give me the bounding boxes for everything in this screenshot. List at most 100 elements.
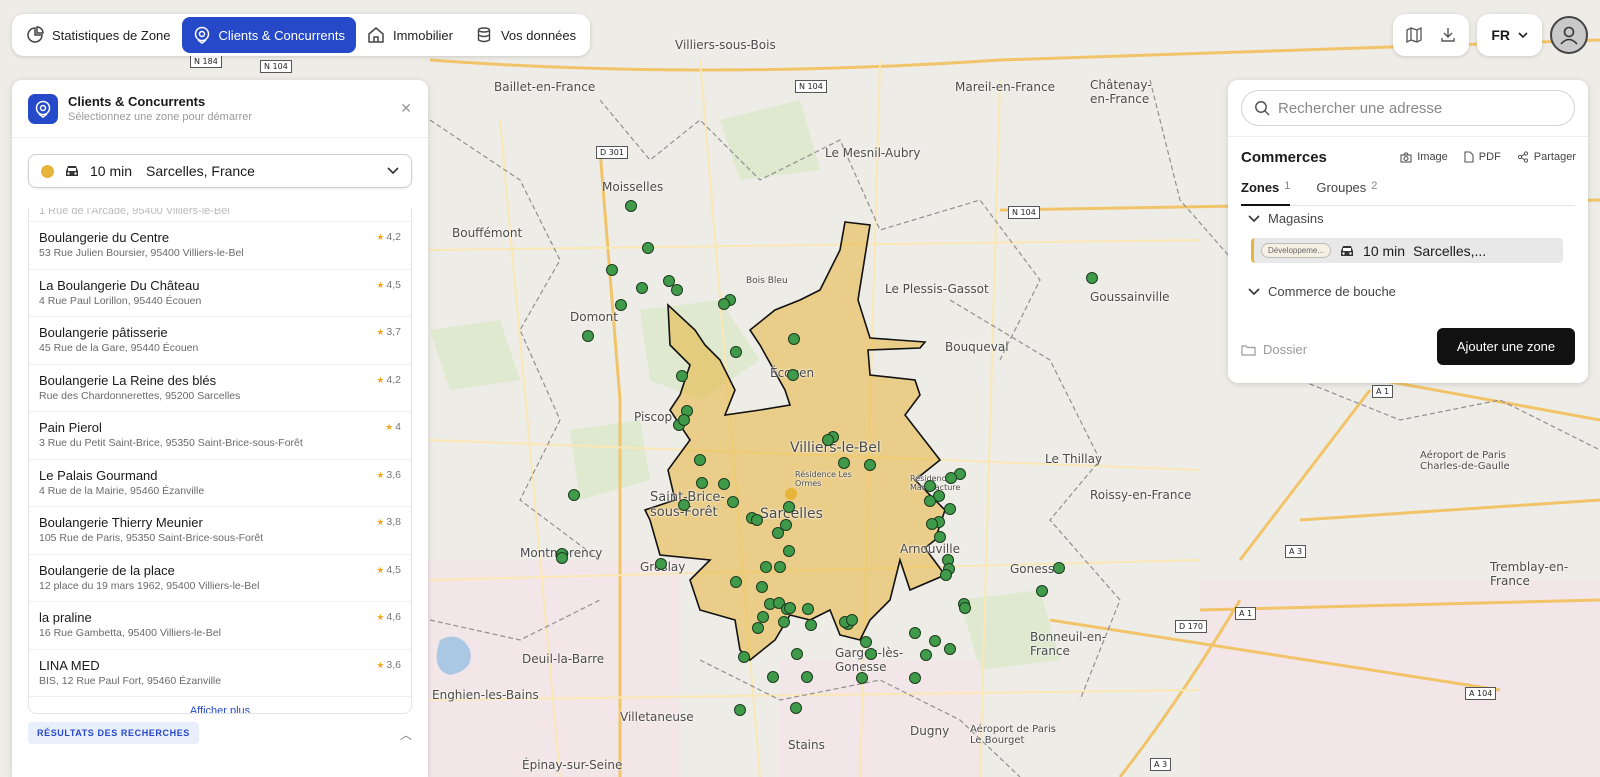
map-label: Montmorency bbox=[520, 546, 603, 560]
panel-header: Clients & Concurrents Sélectionnez une z… bbox=[12, 80, 428, 138]
pdf-label: PDF bbox=[1478, 151, 1501, 163]
list-item-clipped: 1 Rue de l'Arcade, 95400 Villiers-le-Bel bbox=[29, 208, 411, 222]
tab-zones[interactable]: Zones 1 bbox=[1241, 180, 1291, 206]
business-address: Rue des Chardonnerettes, 95200 Sarcelles bbox=[39, 389, 241, 402]
list-item[interactable]: Boulangerie pâtisserie 45 Rue de la Gare,… bbox=[29, 317, 411, 365]
rating-value: 4,5 bbox=[386, 278, 401, 291]
panel-title: Clients & Concurrents bbox=[68, 94, 206, 109]
business-name: Le Palais Gourmand bbox=[39, 467, 158, 483]
rating: ★ 3,7 bbox=[376, 326, 401, 338]
add-zone-button[interactable]: Ajouter une zone bbox=[1437, 328, 1575, 365]
top-right-controls: FR bbox=[1393, 14, 1588, 56]
map-label: Épinay-sur-Seine bbox=[522, 758, 623, 772]
star-icon: ★ bbox=[385, 422, 394, 432]
map-label: Goussainville bbox=[1090, 290, 1170, 304]
list-item[interactable]: Boulangerie de la place 12 place du 19 ma… bbox=[29, 555, 411, 602]
business-name: Boulangerie La Reine des blés bbox=[39, 372, 217, 388]
tab-label: Groupes bbox=[1316, 180, 1367, 195]
main-nav: Statistiques de Zone Clients & Concurren… bbox=[12, 14, 591, 56]
share-button[interactable]: Partager bbox=[1517, 151, 1576, 163]
language-label: FR bbox=[1491, 27, 1510, 43]
rating: ★ 4,2 bbox=[376, 374, 401, 386]
map-label: Mareil-en-France bbox=[955, 80, 1055, 94]
business-address: 105 Rue de Paris, 95350 Saint-Brice-sous… bbox=[39, 532, 264, 544]
business-name: Boulangerie pâtisserie bbox=[39, 325, 168, 340]
nav-statistiques-zone[interactable]: Statistiques de Zone bbox=[15, 17, 182, 53]
map-label: Résidence Les Ormes bbox=[795, 470, 852, 488]
map-label: Aéroport de Paris Charles-de-Gaulle bbox=[1420, 450, 1510, 472]
rating: ★ 3,6 bbox=[376, 469, 401, 481]
user-icon bbox=[1560, 26, 1578, 45]
close-icon[interactable]: ✕ bbox=[400, 100, 412, 117]
pie-chart-icon bbox=[27, 26, 44, 43]
road-shield: N 184 bbox=[190, 55, 222, 68]
zone-color-dot bbox=[41, 164, 54, 178]
rating-value: 4,5 bbox=[386, 563, 401, 576]
zone-row[interactable]: Développeme... 10 min Sarcelles,... bbox=[1251, 238, 1563, 263]
list-item[interactable]: Boulangerie du Centre 53 Rue Julien Bours… bbox=[29, 222, 411, 270]
list-item[interactable]: Boulangerie La Reine des blés Rue des Cha… bbox=[29, 365, 411, 412]
road-shield: A 1 bbox=[1235, 607, 1257, 620]
language-selector[interactable]: FR bbox=[1477, 14, 1542, 56]
map-label: Stains bbox=[788, 738, 825, 752]
star-icon: ★ bbox=[376, 612, 385, 622]
zone-selector[interactable]: 10 min Sarcelles, France bbox=[28, 154, 412, 188]
rating-value: 3,6 bbox=[386, 658, 401, 671]
show-more-link[interactable]: Afficher plus bbox=[29, 697, 411, 713]
group-magasins[interactable]: Magasins bbox=[1248, 211, 1324, 226]
map-label: Groslay bbox=[640, 560, 686, 574]
map-label: Châtenay-en-France bbox=[1090, 78, 1152, 106]
map-label: Écouen bbox=[770, 366, 815, 380]
business-name: LINA MED bbox=[39, 657, 100, 673]
group-commerce-de-bouche[interactable]: Commerce de bouche bbox=[1248, 284, 1396, 299]
map-label: Bouqueval bbox=[945, 340, 1009, 354]
share-icon bbox=[1517, 151, 1528, 163]
map-tools bbox=[1393, 14, 1470, 56]
search-results-header[interactable]: RÉSULTATS DES RECHERCHES bbox=[28, 722, 199, 744]
search-input[interactable]: Rechercher une adresse bbox=[1241, 90, 1575, 126]
folder-icon bbox=[1241, 344, 1256, 356]
star-icon: ★ bbox=[376, 232, 385, 242]
folder-label: Dossier bbox=[1263, 342, 1308, 357]
road-shield: D 301 bbox=[596, 146, 628, 159]
road-shield: A 3 bbox=[1285, 545, 1307, 558]
chevron-down-icon bbox=[1248, 287, 1260, 295]
share-label: Partager bbox=[1533, 151, 1576, 163]
nav-clients-concurrents[interactable]: Clients & Concurrents bbox=[181, 17, 356, 53]
business-name: la praline bbox=[39, 610, 92, 625]
list-item[interactable]: Le Palais Gourmand 4 Rue de la Mairie, 95… bbox=[29, 460, 411, 507]
search-placeholder: Rechercher une adresse bbox=[1278, 99, 1443, 117]
chevron-down-icon bbox=[1248, 214, 1260, 222]
zone-duration: 10 min bbox=[1363, 242, 1406, 259]
map-icon[interactable] bbox=[1399, 20, 1429, 50]
nav-label: Vos données bbox=[500, 27, 577, 43]
database-icon bbox=[477, 27, 491, 43]
pdf-button[interactable]: PDF bbox=[1464, 151, 1501, 163]
zone-duration: 10 min bbox=[90, 163, 133, 179]
map-label: Résidence Manufacture bbox=[910, 474, 961, 492]
panel-subtitle: Sélectionnez une zone pour démarrer bbox=[68, 111, 253, 123]
star-icon: ★ bbox=[376, 564, 385, 575]
road-shield: A 104 bbox=[1465, 687, 1497, 700]
nav-vos-donnees[interactable]: Vos données bbox=[464, 17, 587, 53]
business-address: 4 Rue de la Mairie, 95460 Ézanville bbox=[39, 484, 205, 497]
list-item[interactable]: Boulangerie Thierry Meunier 105 Rue de Pa… bbox=[29, 507, 411, 555]
tab-groupes[interactable]: Groupes 2 bbox=[1316, 180, 1377, 206]
image-button[interactable]: Image bbox=[1400, 151, 1448, 163]
map-label: Roissy-en-France bbox=[1090, 488, 1192, 502]
chevron-up-icon[interactable]: ︿ bbox=[400, 726, 412, 743]
list-item[interactable]: LINA MED BIS, 12 Rue Paul Fort, 95460 Éza… bbox=[29, 650, 411, 697]
list-item[interactable]: La Boulangerie Du Château 4 Rue Paul Lori… bbox=[29, 270, 411, 317]
nav-immobilier[interactable]: Immobilier bbox=[356, 17, 464, 53]
nav-label: Clients & Concurrents bbox=[218, 27, 345, 43]
list-item[interactable]: Pain Pierol 3 Rue du Petit Saint-Brice, 9… bbox=[29, 412, 411, 460]
map-label: Piscop bbox=[634, 410, 673, 424]
list-item[interactable]: la praline 16 Rue Gambetta, 95400 Villier… bbox=[29, 602, 411, 650]
rating-value: 4 bbox=[395, 421, 401, 433]
star-icon: ★ bbox=[376, 659, 385, 670]
folder-button[interactable]: Dossier bbox=[1241, 342, 1307, 357]
business-name: La Boulangerie Du Château bbox=[39, 277, 200, 293]
avatar[interactable] bbox=[1550, 16, 1588, 54]
business-name: Boulangerie du Centre bbox=[39, 230, 170, 245]
download-icon[interactable] bbox=[1433, 20, 1463, 50]
